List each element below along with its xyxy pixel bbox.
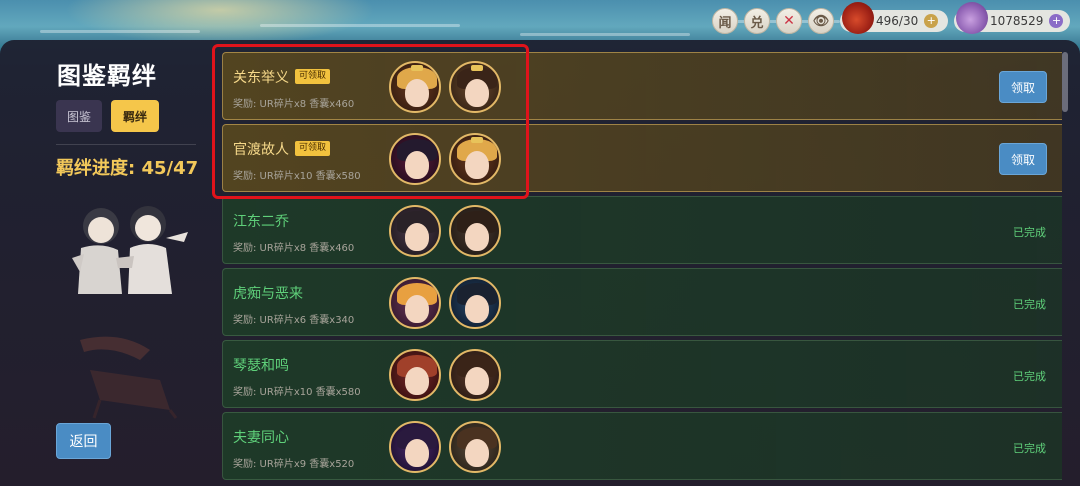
bond-panel: 图鉴羁绊 图鉴 羁绊 羁绊进度: 45/47 返回 关东举义 可领取 奖励: U…	[0, 40, 1080, 486]
bond-row: 江东二乔 奖励: UR碎片x8 香囊x460 已完成	[222, 196, 1062, 264]
bond-reward: 奖励: UR碎片x6 香囊x340	[233, 315, 355, 326]
red-pouch-icon	[842, 2, 874, 34]
resource-bar: 闻 兑 ✕ 👁 496/30 + 1078529 +	[712, 2, 1070, 34]
claim-button[interactable]: 领取	[999, 143, 1047, 175]
bond-reward: 奖励: UR碎片x10 香囊x580	[233, 387, 361, 398]
stamina-value: 496/30	[876, 14, 919, 28]
tab-album[interactable]: 图鉴	[56, 100, 102, 132]
add-currency-button[interactable]: +	[1049, 14, 1064, 28]
highlight-annotation-box	[212, 44, 529, 199]
bond-row: 虎痴与恶来 奖励: UR碎片x6 香囊x340 已完成	[222, 268, 1062, 336]
completed-label: 已完成	[1013, 226, 1046, 239]
hero-avatar[interactable]	[389, 205, 441, 257]
purple-pouch-icon	[956, 2, 988, 34]
hero-avatar[interactable]	[389, 277, 441, 329]
hero-avatar[interactable]	[449, 421, 501, 473]
bond-reward: 奖励: UR碎片x9 香囊x520	[233, 459, 355, 470]
eye-icon[interactable]: 👁	[808, 8, 834, 34]
bond-name: 虎痴与恶来	[233, 286, 303, 302]
completed-label: 已完成	[1013, 298, 1046, 311]
claim-button[interactable]: 领取	[999, 71, 1047, 103]
bond-name: 江东二乔	[233, 214, 289, 230]
page-title: 图鉴羁绊	[57, 62, 157, 90]
close-icon[interactable]: ✕	[776, 8, 802, 34]
bond-row: 夫妻同心 奖励: UR碎片x9 香囊x520 已完成	[222, 412, 1062, 480]
bond-name: 夫妻同心	[233, 430, 289, 446]
chibi-characters-illustration	[72, 206, 188, 294]
exchange-button[interactable]: 兑	[744, 8, 770, 34]
bond-row: 琴瑟和鸣 奖励: UR碎片x10 香囊x580 已完成	[222, 340, 1062, 408]
news-button[interactable]: 闻	[712, 8, 738, 34]
bond-progress: 羁绊进度: 45/47	[56, 158, 199, 179]
hero-avatar[interactable]	[389, 421, 441, 473]
tab-bond[interactable]: 羁绊	[111, 100, 159, 132]
hero-avatar[interactable]	[389, 349, 441, 401]
stamina-pill: 496/30 +	[840, 2, 948, 34]
left-sidebar: 图鉴羁绊 图鉴 羁绊 羁绊进度: 45/47 返回	[0, 40, 210, 486]
currency-pill: 1078529 +	[954, 2, 1070, 34]
completed-label: 已完成	[1013, 370, 1046, 383]
currency-value: 1078529	[990, 14, 1044, 28]
add-stamina-button[interactable]: +	[924, 14, 939, 28]
hero-avatar[interactable]	[449, 277, 501, 329]
back-button[interactable]: 返回	[56, 423, 111, 459]
hero-avatar[interactable]	[449, 349, 501, 401]
list-scrollbar[interactable]	[1062, 52, 1068, 112]
beach-chair-decoration	[80, 336, 178, 419]
completed-label: 已完成	[1013, 442, 1046, 455]
bond-name: 琴瑟和鸣	[233, 358, 289, 374]
bond-reward: 奖励: UR碎片x8 香囊x460	[233, 243, 355, 254]
hero-avatar[interactable]	[449, 205, 501, 257]
divider	[56, 144, 196, 145]
